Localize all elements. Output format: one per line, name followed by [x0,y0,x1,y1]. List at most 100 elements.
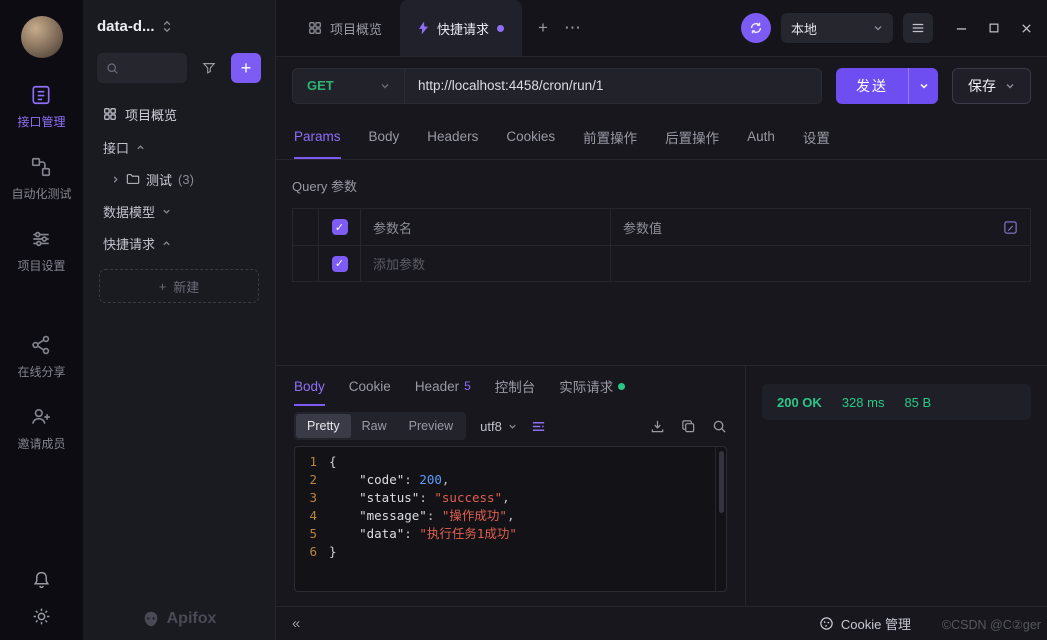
response-toolbar: Pretty Raw Preview utf8 [294,406,727,446]
send-button[interactable]: 发送 [836,68,938,104]
param-value-input[interactable] [611,246,1030,281]
request-bar: GET 发送 保存 [276,57,1047,114]
new-button-label: 新建 [173,277,199,296]
lightning-icon [418,21,429,35]
unsaved-dot [497,25,504,32]
scrollbar-thumb[interactable] [719,451,724,513]
rail-item-label: 邀请成员 [17,435,65,452]
send-label: 发送 [836,68,908,104]
rail-item-label: 在线分享 [17,363,65,380]
tab-project-overview[interactable]: 项目概览 [290,0,400,56]
sidebar-folder-test[interactable]: 测试 (3) [97,163,261,195]
save-button[interactable]: 保存 [952,68,1031,104]
tab-label: 项目概览 [330,19,382,38]
close-icon[interactable] [1020,22,1033,35]
resp-tab-header[interactable]: Header 5 [415,366,471,406]
tab-params[interactable]: Params [294,114,341,159]
tab-cookies[interactable]: Cookies [506,114,555,159]
format-icon[interactable] [531,419,546,434]
send-dropdown-caret[interactable] [908,68,938,104]
code-lines: 1{2 "code": 200,3 "status": "success",4 … [295,447,726,567]
request-tabs: Params Body Headers Cookies 前置操作 后置操作 Au… [276,114,1047,160]
sidebar-section-apis[interactable]: 接口 [97,131,261,163]
app-window: 接口管理 自动化测试 项目设置 在线分享 邀请成员 [0,0,1047,640]
chevron-down-icon [162,207,171,216]
encoding-value: utf8 [480,419,502,434]
editor-scrollbar[interactable] [715,447,726,591]
environment-select[interactable]: 本地 [781,13,893,43]
mode-preview[interactable]: Preview [398,414,464,438]
header-checkbox-cell: ✓ [319,209,361,245]
folder-icon [126,172,140,186]
grid-icon [103,107,117,121]
cookie-manager[interactable]: Cookie 管理 [819,614,911,633]
rail-item-api-management[interactable]: 接口管理 [17,84,65,130]
maximize-icon[interactable] [988,22,1000,34]
project-switcher[interactable]: data-d... [97,18,261,35]
user-avatar[interactable] [21,16,63,58]
rail-item-label: 自动化测试 [11,185,71,202]
row-checkbox-cell: ✓ [319,246,361,281]
tab-auth[interactable]: Auth [747,114,775,159]
encoding-select[interactable]: utf8 [480,419,517,434]
rail-item-project-settings[interactable]: 项目设置 [17,228,65,274]
view-mode-segmented: Pretty Raw Preview [294,412,466,440]
sidebar-item-project-overview[interactable]: 项目概览 [97,97,261,131]
notifications-bell-icon[interactable] [32,570,51,589]
main-area: 项目概览 快捷请求 + ⋯ 本地 [276,0,1047,640]
method-select[interactable]: GET [293,69,405,103]
batch-edit-icon[interactable] [1003,220,1018,235]
section-label: 数据模型 [103,202,155,221]
response-area: Body Cookie Header 5 控制台 实际请求 Pretty [276,365,1047,606]
collapse-sidebar-icon[interactable]: « [292,615,300,632]
search-icon[interactable] [712,419,727,434]
mode-pretty[interactable]: Pretty [296,414,351,438]
resp-tab-console[interactable]: 控制台 [495,366,536,406]
hamburger-menu-icon[interactable] [903,13,933,43]
sidebar-section-quick-request[interactable]: 快捷请求 [97,227,261,259]
rail-item-online-share[interactable]: 在线分享 [17,334,65,380]
tab-pre-actions[interactable]: 前置操作 [583,114,637,159]
rail-item-invite-member[interactable]: 邀请成员 [17,406,65,452]
param-name-input[interactable]: 添加参数 [361,246,611,281]
settings-gear-icon[interactable] [32,607,51,626]
rail-item-automation-test[interactable]: 自动化测试 [11,156,71,202]
add-param-row[interactable]: ✓ 添加参数 [293,245,1030,281]
response-time: 328 ms [842,395,885,410]
row-handle[interactable] [293,246,319,281]
tab-more-button[interactable]: ⋯ [564,18,581,38]
minimize-icon[interactable] [955,22,968,35]
url-input[interactable] [405,69,821,103]
api-docs-icon [30,84,52,106]
sidebar-add-button[interactable]: + [231,53,261,83]
tab-settings[interactable]: 设置 [803,114,830,159]
resp-tab-label: Header [415,379,459,394]
resp-tab-actual-request[interactable]: 实际请求 [559,366,625,406]
tab-headers[interactable]: Headers [427,114,478,159]
sync-icon[interactable] [741,13,771,43]
sidebar-section-data-models[interactable]: 数据模型 [97,195,261,227]
resp-tab-cookie[interactable]: Cookie [349,366,391,406]
download-icon[interactable] [650,419,665,434]
chevron-down-icon [873,23,883,33]
mode-raw[interactable]: Raw [351,414,398,438]
response-tabs: Body Cookie Header 5 控制台 实际请求 [294,366,727,406]
chevron-down-icon [508,422,517,431]
select-all-checkbox[interactable]: ✓ [332,219,348,235]
row-checkbox[interactable]: ✓ [332,256,348,272]
copy-icon[interactable] [681,419,696,434]
filter-icon[interactable] [195,54,223,82]
new-tab-button[interactable]: + [538,18,548,38]
response-body-editor[interactable]: 1{2 "code": 200,3 "status": "success",4 … [294,446,727,592]
section-label: 快捷请求 [103,234,155,253]
new-request-button[interactable]: + 新建 [99,269,259,303]
tab-post-actions[interactable]: 后置操作 [665,114,719,159]
query-params-section: Query 参数 ✓ 参数名 参数值 [276,160,1047,365]
tab-quick-request[interactable]: 快捷请求 [400,0,522,56]
resp-tab-body[interactable]: Body [294,366,325,406]
search-input[interactable] [97,53,187,83]
resp-tab-label: 控制台 [495,376,536,396]
tab-body[interactable]: Body [369,114,400,159]
response-status-chip: 200 OK 328 ms 85 B [762,384,1031,420]
header-count-badge: 5 [464,379,471,393]
